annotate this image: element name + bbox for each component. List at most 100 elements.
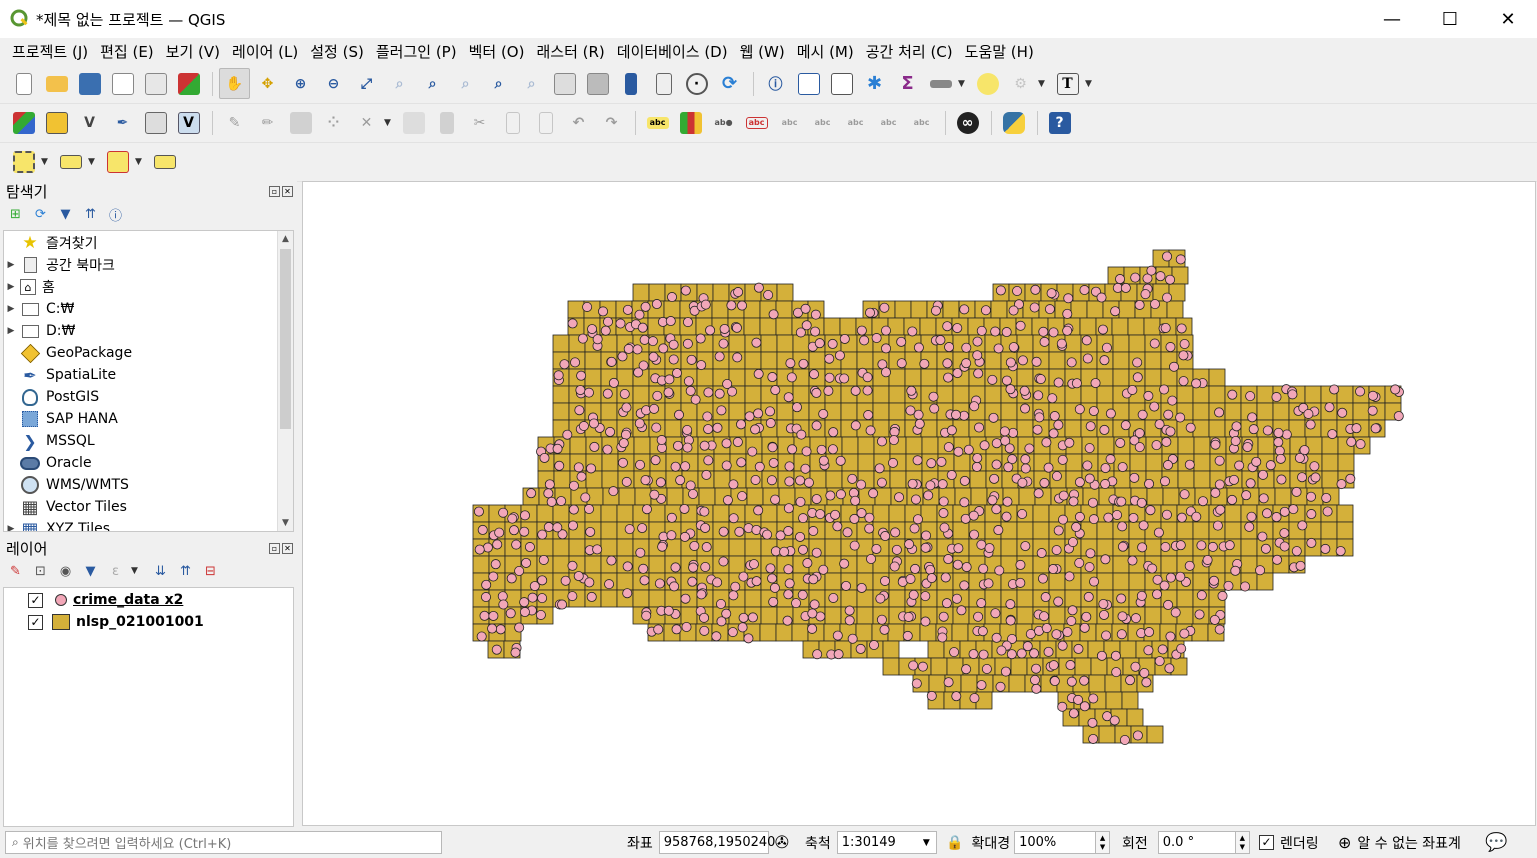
filter-legend-icon[interactable]: ▼ (81, 562, 100, 581)
decorations-dropdown-arrow[interactable]: ▼ (1038, 79, 1048, 89)
copy-features-button[interactable] (497, 107, 528, 138)
measure-button[interactable] (925, 68, 956, 99)
close-panel-icon[interactable]: ✕ (282, 185, 293, 197)
select-by-value-dropdown-arrow[interactable]: ▼ (88, 157, 98, 167)
layer-item-crime-data[interactable]: ✓ crime_data x2 (4, 589, 293, 611)
map-tips-button[interactable] (972, 68, 1003, 99)
coordinate-field[interactable]: 958768,1950240 (658, 831, 775, 854)
menu-project[interactable]: 프로젝트 (J) (6, 41, 94, 62)
new-geopackage-layer-button[interactable] (41, 107, 72, 138)
add-selected-layers-icon[interactable]: ⊞ (6, 205, 25, 224)
browser-scrollbar[interactable]: ▲ ▼ (277, 231, 293, 531)
redo-button[interactable]: ↷ (596, 107, 627, 138)
paste-features-button[interactable] (530, 107, 561, 138)
zoom-out-button[interactable]: ⊖ (318, 68, 349, 99)
browser-item-spatial-bookmarks[interactable]: ▶ 공간 북마크 (4, 254, 293, 276)
rotation-spin-buttons[interactable]: ▲ ▼ (1235, 831, 1250, 854)
data-source-manager-button[interactable] (8, 107, 39, 138)
filter-icon[interactable]: ▼ (56, 205, 75, 224)
browser-item-spatialite[interactable]: ✒ SpatiaLite (4, 364, 293, 386)
close-panel-icon[interactable]: ✕ (282, 542, 293, 554)
decorations-button[interactable]: ⚙ (1005, 68, 1036, 99)
render-checkbox[interactable]: ✓ (1259, 835, 1274, 850)
zoom-full-button[interactable]: ⤢ (351, 68, 382, 99)
browser-item-mssql[interactable]: ❯ MSSQL (4, 430, 293, 452)
show-bookmarks-button[interactable] (648, 68, 679, 99)
select-by-value-button[interactable] (55, 146, 86, 177)
open-attribute-table-button[interactable] (793, 68, 824, 99)
identify-features-button[interactable]: ⓘ (760, 68, 791, 99)
browser-item-home[interactable]: ▶ ⌂ 홈 (4, 276, 293, 298)
undock-icon[interactable]: ▫ (269, 542, 280, 554)
move-label-button[interactable]: abc (840, 107, 871, 138)
browser-item-oracle[interactable]: Oracle (4, 452, 293, 474)
expand-arrow-icon[interactable]: ▶ (4, 282, 18, 292)
magnifier-spin-buttons[interactable]: ▲ ▼ (1096, 831, 1111, 854)
maximize-button[interactable]: ☐ (1421, 0, 1479, 38)
select-all-features-button[interactable] (149, 146, 180, 177)
browser-item-drive-d[interactable]: ▶ D:₩ (4, 320, 293, 342)
browser-item-sap-hana[interactable]: SAP HANA (4, 408, 293, 430)
new-project-button[interactable] (8, 68, 39, 99)
new-virtual-layer-button[interactable] (140, 107, 171, 138)
pin-labels-button[interactable]: abc (774, 107, 805, 138)
menu-help[interactable]: 도움말 (H) (959, 41, 1040, 62)
menu-mesh[interactable]: 메시 (M) (791, 41, 860, 62)
select-features-dropdown-arrow[interactable]: ▼ (41, 157, 51, 167)
browser-item-drive-c[interactable]: ▶ C:₩ (4, 298, 293, 320)
layer-visibility-checkbox[interactable]: ✓ (28, 614, 43, 630)
layer-item-nlsp[interactable]: ✓ nlsp_021001001 (4, 611, 293, 633)
new-3d-view-button[interactable] (582, 68, 613, 99)
add-feature-button[interactable]: ⁘ (318, 107, 349, 138)
new-bookmark-button[interactable] (615, 68, 646, 99)
browser-item-geopackage[interactable]: GeoPackage (4, 342, 293, 364)
browser-item-favorites[interactable]: ★ 즐겨찾기 (4, 232, 293, 254)
menu-raster[interactable]: 래스터 (R) (530, 41, 610, 62)
zoom-native-button[interactable]: ⌕ (450, 68, 481, 99)
field-calculator-button[interactable] (826, 68, 857, 99)
expand-all-icon[interactable]: ⇊ (151, 562, 170, 581)
show-hide-labels-button[interactable]: abc (807, 107, 838, 138)
temporal-controller-button[interactable]: · (681, 68, 712, 99)
layer-diagram-options-button[interactable] (675, 107, 706, 138)
deselect-dropdown-arrow[interactable]: ▼ (135, 157, 145, 167)
new-spatialite-layer-button[interactable]: ✒ (107, 107, 138, 138)
undo-button[interactable]: ↶ (563, 107, 594, 138)
zoom-in-button[interactable]: ⊕ (285, 68, 316, 99)
vertex-tool-dropdown-arrow[interactable]: ▼ (384, 118, 394, 128)
expand-arrow-icon[interactable]: ▶ (4, 524, 18, 531)
statistical-summary-button[interactable]: Σ (892, 68, 923, 99)
new-map-view-button[interactable] (549, 68, 580, 99)
expand-arrow-icon[interactable]: ▶ (4, 260, 18, 270)
vertex-tool-button[interactable]: ✕ (351, 107, 382, 138)
help-button[interactable]: ? (1044, 107, 1075, 138)
zoom-to-layer-button[interactable]: ⌕ (417, 68, 448, 99)
locator-search-input[interactable]: ⌕ 위치를 찾으려면 입력하세요 (Ctrl+K) (5, 831, 442, 854)
coordinate-toggle-icon[interactable]: ✇ (775, 833, 789, 853)
highlight-pinned-labels-button[interactable]: ab● (708, 107, 739, 138)
browser-item-wms-wmts[interactable]: WMS/WMTS (4, 474, 293, 496)
modify-attributes-button[interactable] (398, 107, 429, 138)
filter-dropdown-arrow[interactable]: ▼ (131, 566, 141, 576)
new-shapefile-layer-button[interactable]: V (74, 107, 105, 138)
rotate-label-button[interactable]: abc (873, 107, 904, 138)
delete-selected-button[interactable] (431, 107, 462, 138)
menu-edit[interactable]: 편집 (E) (94, 41, 160, 62)
menu-vector[interactable]: 벡터 (O) (463, 41, 531, 62)
close-button[interactable]: ✕ (1479, 0, 1537, 38)
menu-plugins[interactable]: 플러그인 (P) (370, 41, 463, 62)
minimize-button[interactable]: — (1363, 0, 1421, 38)
layer-styling-icon[interactable]: ✎ (6, 562, 25, 581)
zoom-last-button[interactable]: ⌕ (483, 68, 514, 99)
measure-dropdown-arrow[interactable]: ▼ (958, 79, 968, 89)
magnifier-field[interactable]: 100% (1014, 831, 1097, 854)
menu-settings[interactable]: 설정 (S) (304, 41, 370, 62)
browser-item-xyz-tiles[interactable]: ▶ ▦ XYZ Tiles (4, 518, 293, 532)
pan-to-selection-button[interactable]: ✥ (252, 68, 283, 99)
open-project-button[interactable] (41, 68, 72, 99)
scroll-down-arrow-icon[interactable]: ▼ (278, 515, 293, 531)
browser-item-postgis[interactable]: PostGIS (4, 386, 293, 408)
layer-labeling-options-button[interactable]: abc (642, 107, 673, 138)
properties-icon[interactable]: ⓘ (106, 205, 125, 224)
menu-web[interactable]: 웹 (W) (734, 41, 791, 62)
